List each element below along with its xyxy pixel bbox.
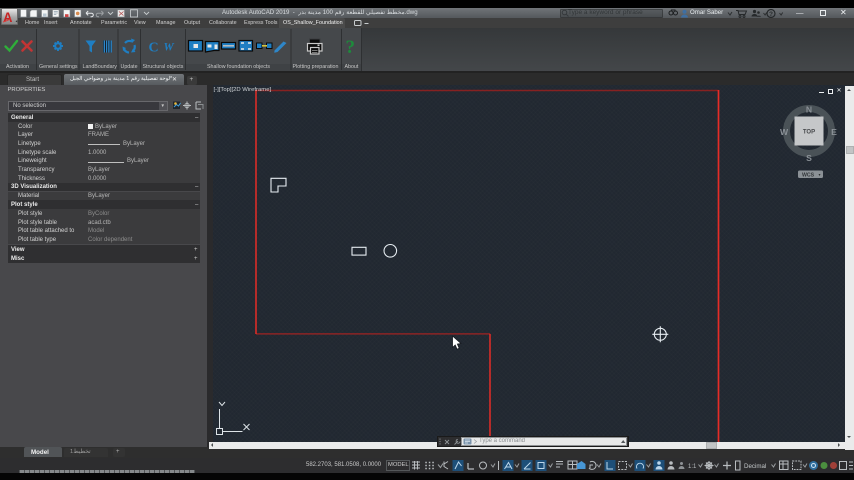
svg-text:W: W xyxy=(164,42,175,54)
svg-text:Decimal: Decimal xyxy=(744,463,766,470)
svg-text:TOP: TOP xyxy=(803,130,815,136)
svg-text:W: W xyxy=(780,127,789,137)
svg-text:E: E xyxy=(831,127,837,137)
svg-text:N: N xyxy=(806,105,812,115)
svg-text:▾: ▾ xyxy=(819,172,821,177)
svg-text:S: S xyxy=(806,153,812,163)
svg-text:1:1: 1:1 xyxy=(688,464,697,470)
svg-text:C: C xyxy=(149,41,159,56)
svg-text:WCS: WCS xyxy=(802,172,815,178)
svg-text:?: ? xyxy=(346,37,356,58)
svg-text:?: ? xyxy=(769,11,773,18)
